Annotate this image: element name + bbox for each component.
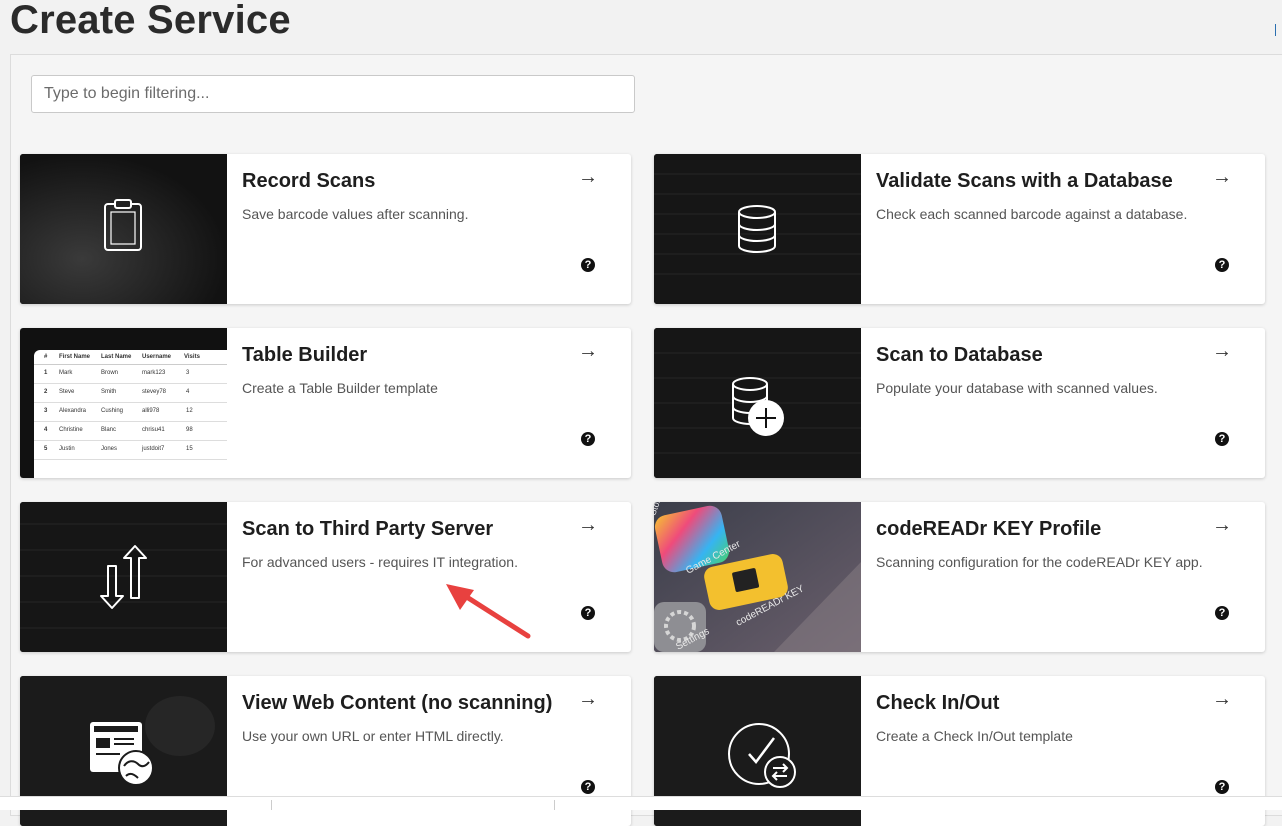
table-header: Username [142, 354, 172, 360]
table-header: Last Name [101, 354, 132, 360]
table-preview: # First Name Last Name Username Visits 1… [34, 350, 227, 478]
table-cell: 1 [44, 370, 48, 376]
arrow-right-icon[interactable]: → [578, 514, 598, 537]
help-icon[interactable]: ? [581, 606, 595, 620]
table-row: 4 Christine Blanc chrisu41 98 [34, 422, 227, 441]
card-title: Table Builder [242, 344, 368, 366]
validate-scans-thumbnail [654, 154, 861, 304]
service-card-codereadr-key[interactable]: Game Center codeREADr KEY Settings Store… [654, 502, 1265, 652]
card-description: Create a Table Builder template [242, 380, 438, 396]
scroll-indicator [1275, 24, 1280, 36]
table-header: Visits [184, 354, 200, 360]
table-cell: Blanc [101, 427, 117, 433]
arrow-right-icon[interactable]: → [578, 688, 598, 711]
table-cell: 4 [186, 389, 190, 395]
table-cell: Smith [101, 389, 117, 395]
table-cell: Justin [59, 446, 75, 452]
table-cell: stevey78 [142, 389, 167, 395]
table-cell: Cushing [101, 408, 124, 414]
card-title: Scan to Third Party Server [242, 518, 494, 540]
table-cell: Christine [59, 427, 83, 433]
help-icon[interactable]: ? [1215, 432, 1229, 446]
bottom-bar [0, 796, 1282, 810]
service-card-scan-to-database[interactable]: Scan to Database Populate your database … [654, 328, 1265, 478]
card-description: Use your own URL or enter HTML directly. [242, 728, 504, 744]
table-row: 2 Steve Smith stevey78 4 [34, 384, 227, 403]
card-description: Check each scanned barcode against a dat… [876, 206, 1188, 222]
arrow-right-icon[interactable]: → [1212, 688, 1232, 711]
table-cell: 2 [44, 389, 48, 395]
table-cell: 15 [186, 446, 193, 452]
arrow-right-icon[interactable]: → [578, 340, 598, 363]
table-cell: Steve [59, 389, 75, 395]
card-title: View Web Content (no scanning) [242, 692, 553, 714]
card-description: For advanced users - requires IT integra… [242, 554, 518, 570]
table-cell: justdoit7 [142, 446, 165, 452]
card-description: Populate your database with scanned valu… [876, 380, 1158, 396]
table-header: # [44, 354, 48, 360]
help-icon[interactable]: ? [581, 258, 595, 272]
card-title: Validate Scans with a Database [876, 170, 1173, 192]
page-title: Create Service [10, 0, 291, 42]
filter-input[interactable] [31, 75, 635, 113]
table-header-row: # First Name Last Name Username Visits [34, 350, 227, 365]
arrow-right-icon[interactable]: → [1212, 514, 1232, 537]
scan-to-database-thumbnail [654, 328, 861, 478]
card-title: codeREADr KEY Profile [876, 518, 1102, 540]
help-icon[interactable]: ? [1215, 258, 1229, 272]
table-cell: Alexandra [59, 408, 87, 414]
codereadr-key-thumbnail: Game Center codeREADr KEY Settings Store [654, 502, 861, 652]
card-description: Create a Check In/Out template [876, 728, 1073, 744]
help-icon[interactable]: ? [1215, 606, 1229, 620]
table-cell: 4 [44, 427, 48, 433]
table-cell: 5 [44, 446, 48, 452]
card-title: Scan to Database [876, 344, 1043, 366]
help-icon[interactable]: ? [1215, 780, 1229, 794]
table-row: 1 Mark Brown mark123 3 [34, 365, 227, 384]
arrow-right-icon[interactable]: → [1212, 166, 1232, 189]
table-row: 5 Justin Jones justdoit7 15 [34, 441, 227, 460]
table-cell: 3 [44, 408, 48, 414]
help-icon[interactable]: ? [581, 780, 595, 794]
table-header: First Name [59, 354, 91, 360]
table-cell: 12 [186, 408, 193, 414]
table-cell: alli978 [142, 408, 160, 414]
help-icon[interactable]: ? [581, 432, 595, 446]
service-card-table-builder[interactable]: # First Name Last Name Username Visits 1… [20, 328, 631, 478]
table-cell: Jones [101, 446, 118, 452]
annotation-arrow [446, 584, 531, 639]
table-cell: 3 [186, 370, 190, 376]
table-row: 3 Alexandra Cushing alli978 12 [34, 403, 227, 422]
third-party-thumbnail [20, 502, 227, 652]
record-scans-thumbnail [20, 154, 227, 304]
table-cell: 98 [186, 427, 193, 433]
service-card-record-scans[interactable]: Record Scans Save barcode values after s… [20, 154, 631, 304]
arrow-right-icon[interactable]: → [1212, 340, 1232, 363]
table-cell: mark123 [142, 370, 166, 376]
table-builder-thumbnail: # First Name Last Name Username Visits 1… [20, 328, 227, 478]
table-cell: Brown [101, 370, 119, 376]
arrow-right-icon[interactable]: → [578, 166, 598, 189]
service-card-validate-scans[interactable]: Validate Scans with a Database Check eac… [654, 154, 1265, 304]
table-cell: Mark [59, 370, 73, 376]
table-cell: chrisu41 [142, 427, 165, 433]
card-title: Check In/Out [876, 692, 1000, 714]
card-description: Save barcode values after scanning. [242, 206, 469, 222]
card-description: Scanning configuration for the codeREADr… [876, 554, 1203, 570]
card-title: Record Scans [242, 170, 376, 192]
